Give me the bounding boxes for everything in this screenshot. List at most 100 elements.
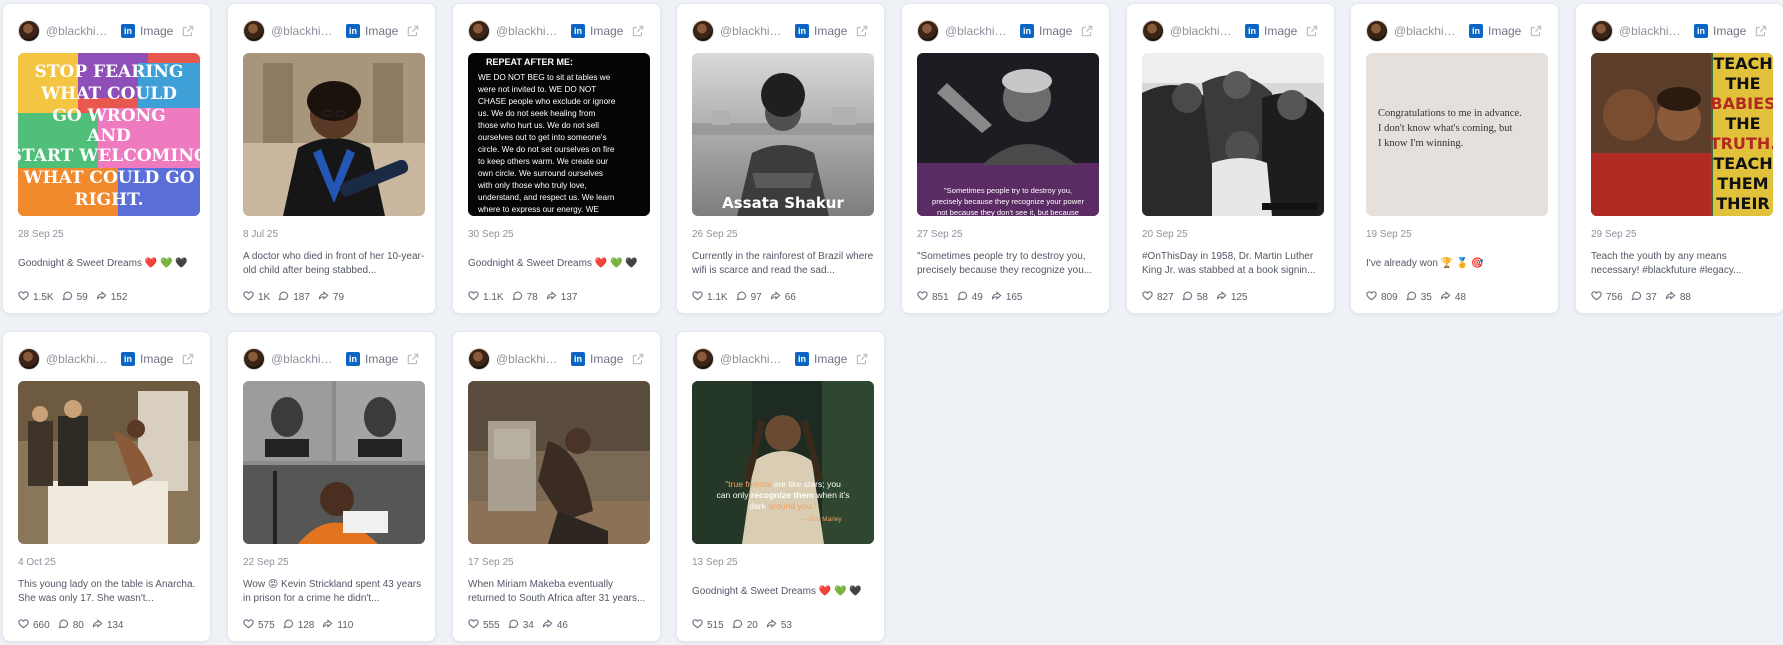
external-link-icon[interactable] [1529,24,1543,38]
post-image[interactable]: "true friends are like stars; you can on… [692,381,874,544]
comment-icon [736,290,747,304]
post-card[interactable]: @blackhist... in Image TEACH THE BABIES … [1575,3,1783,314]
post-card[interactable]: @blackhist... in Image STOP FEARING WHAT… [2,3,211,314]
author-handle[interactable]: @blackhist... [720,24,785,38]
svg-text:TEACH: TEACH [1713,154,1772,173]
avatar[interactable] [1591,20,1613,42]
author-handle[interactable]: @blackhist... [496,24,561,38]
card-header: @blackhist... in Image [917,20,1097,42]
post-image[interactable]: REPEAT AFTER ME: WE DO NOT BEG to sit at… [468,53,650,216]
external-link-icon[interactable] [1080,24,1094,38]
shares-stat: 79 [318,290,344,304]
post-card[interactable]: @blackhist... in Image 20 Sep 25 #OnThis… [1126,3,1335,314]
post-image[interactable]: TEACH THE BABIES THE TRUTH. TEACH THEM T… [1591,53,1773,216]
post-caption: Wow 😡 Kevin Strickland spent 43 years in… [243,578,425,606]
avatar[interactable] [692,20,714,42]
svg-text:I don't know what's coming, bu: I don't know what's coming, but [1378,123,1513,134]
external-link-icon[interactable] [181,24,195,38]
post-image[interactable] [243,381,425,544]
external-link-icon[interactable] [406,352,420,366]
avatar[interactable] [243,348,265,370]
comments-stat: 37 [1631,290,1657,304]
svg-text:with only those who truly love: with only those who truly love, [477,181,587,190]
post-image[interactable] [243,53,425,216]
post-caption-text: #OnThisDay in 1958, Dr. Martin Luther Ki… [1142,251,1316,276]
post-card[interactable]: @blackhist... in Image 17 Sep 25 When Mi… [452,331,661,642]
avatar[interactable] [243,20,265,42]
post-image[interactable] [1142,53,1324,216]
post-caption-text: A doctor who died in front of her 10-yea… [243,251,425,276]
post-card[interactable]: @blackhist... in Image "true friends are… [676,331,885,642]
shares-stat: 46 [542,618,568,632]
shares-stat: 110 [322,618,353,632]
comments-count: 49 [971,291,983,303]
post-type-label: Image [365,24,399,38]
post-image[interactable]: Congratulations to me in advance. I don'… [1366,53,1548,216]
comments-count: 35 [1420,291,1432,303]
post-card[interactable]: @blackhist... in Image Congratulations t… [1350,3,1559,314]
heart-icon [18,290,29,304]
author-handle[interactable]: @blackhist... [271,24,336,38]
shares-count: 110 [337,619,354,631]
svg-text:"true friends are like stars;: "true friends are like stars; you [725,479,841,489]
linkedin-icon: in [571,352,585,366]
post-caption: Currently in the rainforest of Brazil wh… [692,250,874,278]
author-handle[interactable]: @blackhist... [1170,24,1235,38]
post-card[interactable]: @blackhist... in Image 22 Sep 25 Wow 😡 K… [227,331,436,642]
linkedin-icon: in [571,24,585,38]
post-image[interactable]: "Sometimes people try to destroy you, pr… [917,53,1099,216]
post-image[interactable]: Assata Shakur [692,53,874,216]
external-link-icon[interactable] [181,352,195,366]
engagement-stats: 1.5K 59 152 [18,290,127,304]
post-image[interactable] [18,381,200,544]
post-card[interactable]: @blackhist... in Image 4 Oct 25 This you… [2,331,211,642]
external-link-icon[interactable] [1305,24,1319,38]
author-handle[interactable]: @blackhist... [496,352,561,366]
author-handle[interactable]: @blackhist... [46,352,111,366]
comments-stat: 49 [957,290,983,304]
external-link-icon[interactable] [631,352,645,366]
external-link-icon[interactable] [1754,24,1768,38]
post-card[interactable]: @blackhist... in Image 8 Jul 25 A doctor… [227,3,436,314]
post-card[interactable]: @blackhist... in Image "Sometimes people… [901,3,1110,314]
external-link-icon[interactable] [855,352,869,366]
external-link-icon[interactable] [855,24,869,38]
engagement-stats: 1.1K 78 137 [468,290,577,304]
author-handle[interactable]: @blackhist... [1394,24,1459,38]
card-header: @blackhist... in Image [692,348,872,370]
avatar[interactable] [1142,20,1164,42]
avatar[interactable] [468,20,490,42]
post-image[interactable]: STOP FEARING WHAT COULD GO WRONG AND STA… [18,53,200,216]
post-date: 22 Sep 25 [243,557,289,568]
author-handle[interactable]: @blackhist... [1619,24,1684,38]
author-handle[interactable]: @blackhist... [945,24,1010,38]
author-handle[interactable]: @blackhist... [271,352,336,366]
avatar[interactable] [18,20,40,42]
avatar[interactable] [1366,20,1388,42]
share-icon [542,618,553,632]
external-link-icon[interactable] [631,24,645,38]
author-handle[interactable]: @blackhist... [46,24,111,38]
engagement-stats: 555 34 46 [468,618,568,632]
avatar[interactable] [468,348,490,370]
linkedin-icon: in [1694,24,1708,38]
likes-count: 1.1K [483,291,504,303]
post-card[interactable]: @blackhist... in Image Assata Shakur 26 … [676,3,885,314]
avatar[interactable] [692,348,714,370]
comments-stat: 35 [1406,290,1432,304]
avatar[interactable] [18,348,40,370]
post-card[interactable]: @blackhist... in Image REPEAT AFTER ME: … [452,3,661,314]
card-header: @blackhist... in Image [1366,20,1546,42]
linkedin-icon: in [1020,24,1034,38]
external-link-icon[interactable] [406,24,420,38]
likes-stat: 1.1K [692,290,728,304]
likes-count: 660 [33,619,50,631]
post-caption-text: This young lady on the table is Anarcha.… [18,579,196,604]
post-image[interactable] [468,381,650,544]
author-handle[interactable]: @blackhist... [720,352,785,366]
card-header: @blackhist... in Image [1142,20,1322,42]
post-type-label: Image [590,352,624,366]
post-type-label: Image [1264,24,1298,38]
avatar[interactable] [917,20,939,42]
likes-stat: 575 [243,618,275,632]
